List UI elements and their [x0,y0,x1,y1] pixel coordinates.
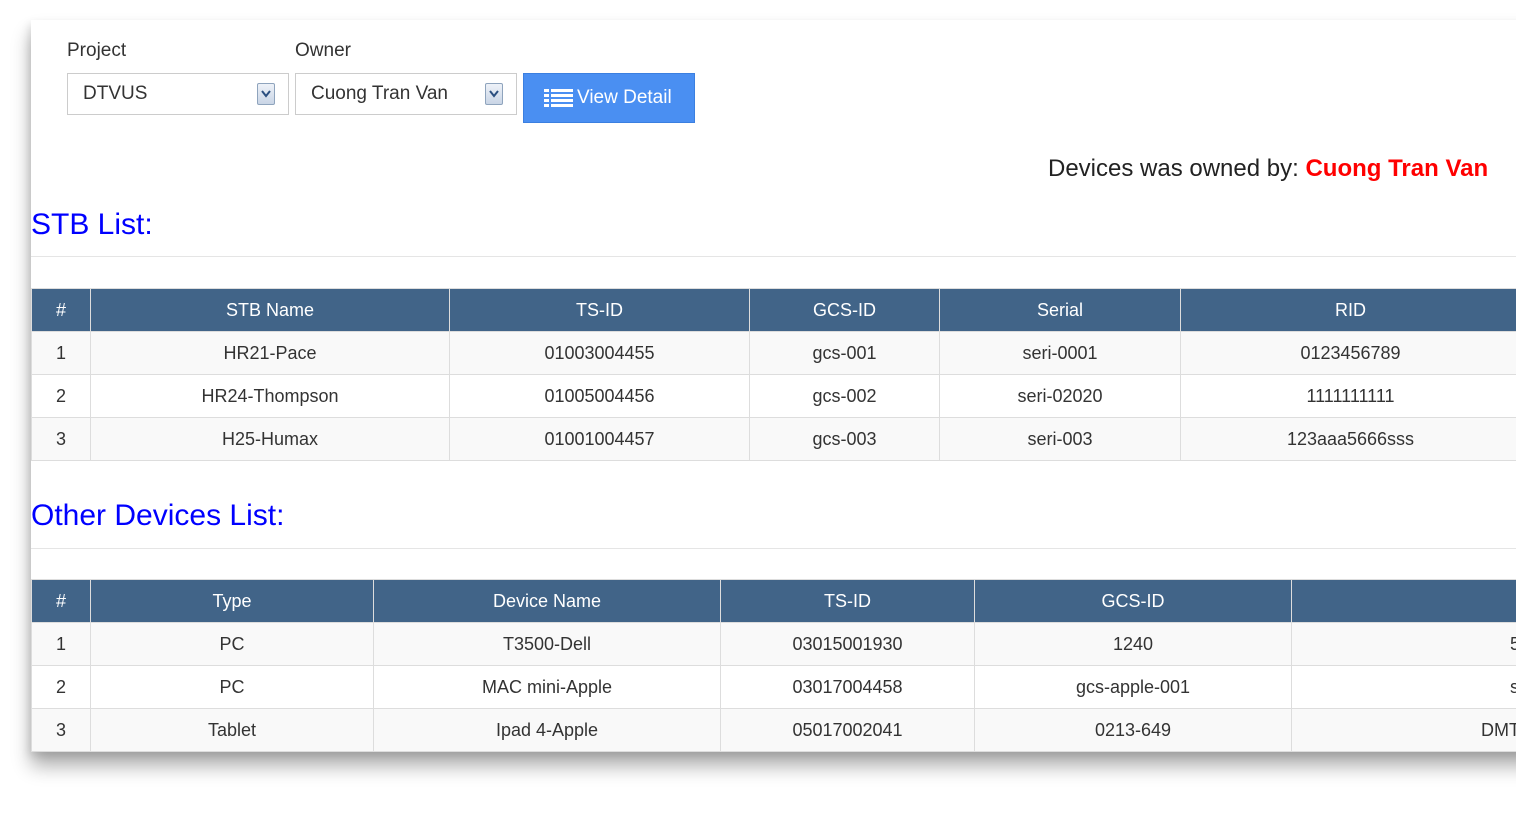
device-panel: Project Owner DTVUS Cuong Tran Van View … [31,20,1516,752]
other-col-gcsid[interactable]: GCS-ID [974,579,1292,623]
other-col-index[interactable]: # [31,579,91,623]
stb-col-rid[interactable]: RID [1180,288,1516,332]
cell-type: PC [90,665,374,709]
cell-tsid: 01001004457 [449,417,750,461]
stb-col-serial[interactable]: Serial [939,288,1181,332]
cell-rid: 123aaa5666sss [1180,417,1516,461]
view-detail-label: View Detail [577,87,672,108]
owner-select[interactable]: Cuong Tran Van [295,73,517,115]
cell-serial: seri-02020 [939,374,1181,418]
cell-rid: 0123456789 [1180,331,1516,375]
stb-col-gcsid[interactable]: GCS-ID [749,288,940,332]
cell-index: 1 [31,622,91,666]
table-row[interactable]: 1 HR21-Pace 01003004455 gcs-001 seri-000… [31,331,1516,375]
owned-by-line: Devices was owned by: Cuong Tran Van [1048,155,1488,183]
table-row[interactable]: 1 PC T3500-Dell 03015001930 1240 5 [31,622,1516,666]
cell-device-name: Ipad 4-Apple [373,708,721,752]
table-row[interactable]: 2 PC MAC mini-Apple 03017004458 gcs-appl… [31,665,1516,709]
cell-gcsid: gcs-001 [749,331,940,375]
table-row[interactable]: 2 HR24-Thompson 01005004456 gcs-002 seri… [31,374,1516,418]
stb-header-row: # STB Name TS-ID GCS-ID Serial RID [31,288,1516,332]
view-detail-button[interactable]: View Detail [523,73,695,123]
cell-extra: s [1291,665,1516,709]
cell-extra: DMT [1291,708,1516,752]
stb-divider [31,256,1516,257]
stb-list-title: STB List: [31,208,153,241]
list-icon [544,88,574,114]
cell-tsid: 03017004458 [720,665,975,709]
cell-gcsid: gcs-003 [749,417,940,461]
cell-device-name: MAC mini-Apple [373,665,721,709]
cell-gcsid: gcs-002 [749,374,940,418]
cell-extra: 5 [1291,622,1516,666]
cell-tsid: 01003004455 [449,331,750,375]
cell-index: 2 [31,374,91,418]
chevron-down-icon[interactable] [257,83,275,105]
cell-index: 2 [31,665,91,709]
other-col-type[interactable]: Type [90,579,374,623]
stb-col-tsid[interactable]: TS-ID [449,288,750,332]
cell-serial: seri-003 [939,417,1181,461]
other-col-extra[interactable] [1291,579,1516,623]
stb-col-name[interactable]: STB Name [90,288,450,332]
other-col-device-name[interactable]: Device Name [373,579,721,623]
cell-index: 3 [31,417,91,461]
project-select[interactable]: DTVUS [67,73,289,115]
project-select-value: DTVUS [83,83,148,104]
cell-index: 3 [31,708,91,752]
owner-select-value: Cuong Tran Van [311,83,448,104]
cell-stb-name: HR24-Thompson [90,374,450,418]
cell-type: PC [90,622,374,666]
cell-gcsid: 0213-649 [974,708,1292,752]
cell-type: Tablet [90,708,374,752]
cell-stb-name: HR21-Pace [90,331,450,375]
chevron-down-icon[interactable] [485,83,503,105]
cell-stb-name: H25-Humax [90,417,450,461]
owned-by-prefix: Devices was owned by: [1048,155,1299,182]
cell-device-name: T3500-Dell [373,622,721,666]
project-label: Project [67,40,127,61]
cell-tsid: 03015001930 [720,622,975,666]
owned-by-name: Cuong Tran Van [1305,155,1489,182]
owner-label: Owner [295,40,351,61]
other-header-row: # Type Device Name TS-ID GCS-ID [31,579,1516,623]
cell-gcsid: 1240 [974,622,1292,666]
cell-gcsid: gcs-apple-001 [974,665,1292,709]
other-devices-title: Other Devices List: [31,499,285,532]
table-row[interactable]: 3 H25-Humax 01001004457 gcs-003 seri-003… [31,417,1516,461]
other-col-tsid[interactable]: TS-ID [720,579,975,623]
table-row[interactable]: 3 Tablet Ipad 4-Apple 05017002041 0213-6… [31,708,1516,752]
cell-index: 1 [31,331,91,375]
cell-tsid: 05017002041 [720,708,975,752]
stb-col-index[interactable]: # [31,288,91,332]
stb-table: # STB Name TS-ID GCS-ID Serial RID 1 HR2… [31,288,1516,461]
cell-tsid: 01005004456 [449,374,750,418]
cell-serial: seri-0001 [939,331,1181,375]
other-divider [31,548,1516,549]
other-devices-table: # Type Device Name TS-ID GCS-ID 1 PC T35… [31,579,1516,752]
cell-rid: 1111111111 [1180,374,1516,418]
